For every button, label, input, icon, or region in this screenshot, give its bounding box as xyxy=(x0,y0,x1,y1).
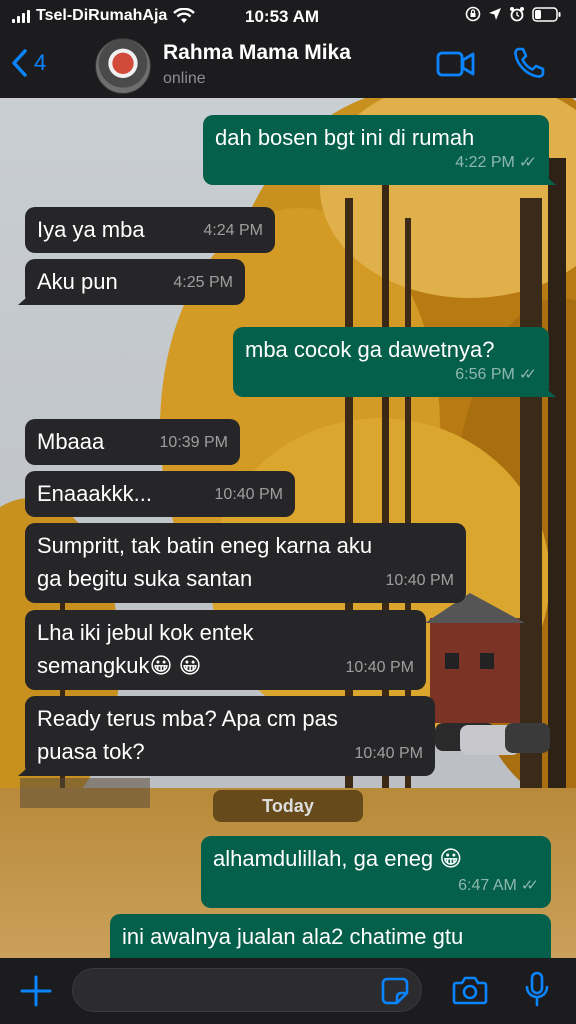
phone-icon[interactable] xyxy=(512,46,546,80)
message-bubble[interactable]: Iya ya mba 4:24 PM xyxy=(25,207,275,253)
message-time: 4:24 PM xyxy=(203,222,263,239)
message-bubble[interactable]: Aku pun 4:25 PM xyxy=(25,259,245,305)
read-receipt-icon: ✓✓ xyxy=(518,154,537,171)
message-bubble[interactable]: alhamdulillah, ga eneg 😀 6:47 AM ✓✓ xyxy=(201,836,551,908)
message-time: 10:40 PM xyxy=(345,659,414,676)
message-text: ini awalnya jualan ala2 chatime gtu xyxy=(122,924,464,949)
microphone-icon[interactable] xyxy=(524,971,550,1009)
plus-icon[interactable] xyxy=(19,974,53,1008)
message-time: 10:40 PM xyxy=(385,572,454,589)
carrier-name: Tsel-DiRumahAja xyxy=(36,7,168,24)
message-bubble[interactable]: Ready terus mba? Apa cm pas puasa tok? 1… xyxy=(25,696,435,776)
message-bubble[interactable]: Sumpritt, tak batin eneg karna aku ga be… xyxy=(25,523,466,603)
read-receipt-icon: ✓✓ xyxy=(520,877,539,894)
contact-name[interactable]: Rahma Mama Mika xyxy=(163,41,351,65)
battery-icon xyxy=(532,6,561,22)
message-bubble[interactable]: Enaaakkk... 10:40 PM xyxy=(25,471,295,517)
chevron-left-icon xyxy=(12,49,27,77)
orientation-lock-icon xyxy=(465,6,481,22)
alarm-icon xyxy=(510,7,524,22)
message-bubble[interactable]: dah bosen bgt ini di rumah 4:22 PM ✓✓ xyxy=(203,115,549,185)
contact-status: online xyxy=(163,70,206,87)
camera-icon[interactable] xyxy=(452,974,488,1006)
message-bubble[interactable]: mba cocok ga dawetnya? 6:56 PM ✓✓ xyxy=(233,327,549,397)
location-icon xyxy=(489,8,501,20)
date-separator: Today xyxy=(213,790,363,822)
chat-header: Tsel-DiRumahAja 10:53 AM 4 Rahma Mama Mi… xyxy=(0,0,576,98)
back-button[interactable]: 4 xyxy=(10,48,46,78)
message-time: 4:25 PM xyxy=(173,274,233,291)
chat-nav-bar: 4 Rahma Mama Mika online xyxy=(0,34,576,98)
message-time: 6:56 PM xyxy=(455,366,515,383)
signal-icon xyxy=(12,9,30,23)
message-time: 10:39 PM xyxy=(159,434,228,451)
wifi-icon xyxy=(173,8,196,23)
message-input[interactable] xyxy=(72,968,422,1012)
sticker-icon[interactable] xyxy=(381,977,409,1005)
message-input-bar xyxy=(0,958,576,1024)
video-call-button[interactable] xyxy=(436,50,476,78)
status-time: 10:53 AM xyxy=(245,7,320,26)
read-receipt-icon: ✓✓ xyxy=(518,366,537,383)
unread-count: 4 xyxy=(34,50,47,75)
message-time: 10:40 PM xyxy=(354,745,423,762)
message-time: 10:40 PM xyxy=(214,486,283,503)
message-bubble[interactable]: Mbaaa 10:39 PM xyxy=(25,419,240,465)
message-time: 4:22 PM xyxy=(455,154,515,171)
avatar[interactable] xyxy=(95,38,151,94)
message-time: 6:47 AM xyxy=(458,877,517,894)
message-bubble[interactable]: Lha iki jebul kok entek semangkuk😀 😀 10:… xyxy=(25,610,426,690)
status-bar: Tsel-DiRumahAja 10:53 AM xyxy=(0,0,576,34)
